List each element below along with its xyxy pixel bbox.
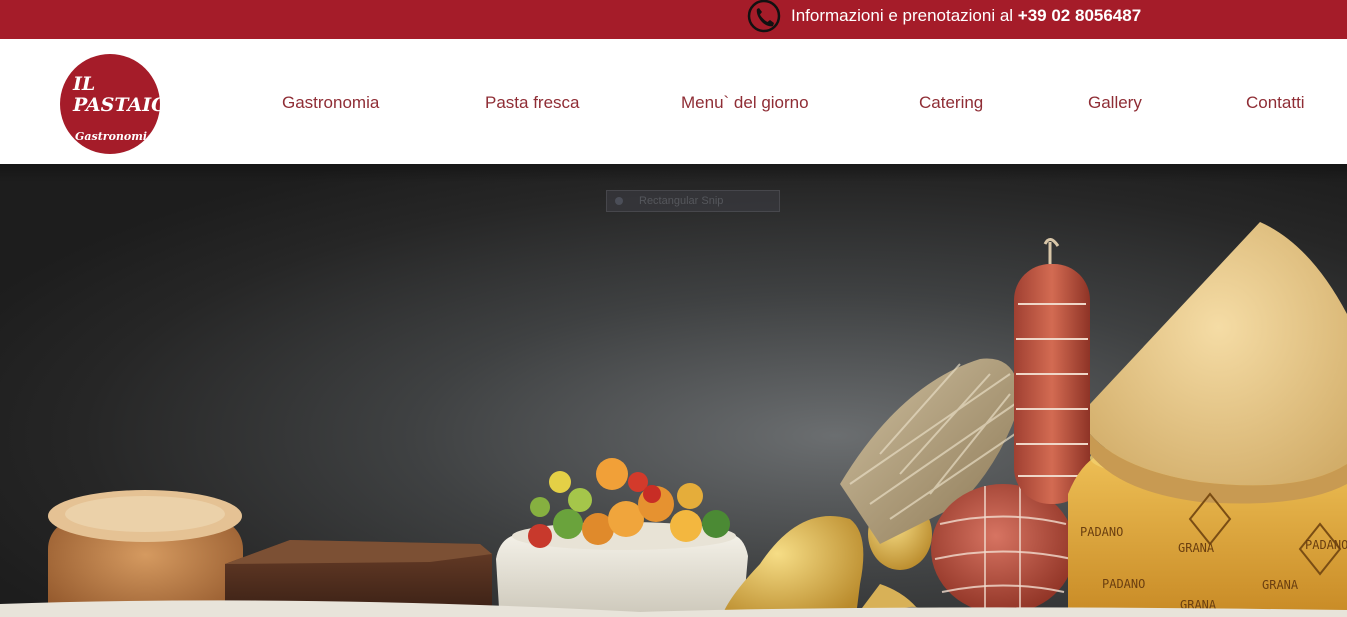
cheese-stamp-3: GRANA xyxy=(1262,578,1299,592)
cheese-stamp-5: PADANO xyxy=(1305,538,1347,552)
top-info-bar: Informazioni e prenotazioni al +39 02 80… xyxy=(0,0,1347,39)
snip-icon xyxy=(615,197,623,205)
site-logo[interactable]: IL PASTAIO Gastronomia xyxy=(60,54,160,154)
rectangular-snip-overlay: Rectangular Snip xyxy=(606,190,780,212)
contact-info-label: Informazioni e prenotazioni al xyxy=(791,6,1018,25)
nav-item-contatti[interactable]: Contatti xyxy=(1246,93,1305,113)
snip-overlay-label: Rectangular Snip xyxy=(639,195,724,207)
logo-subtitle: Gastronomia xyxy=(75,130,155,143)
phone-number-link[interactable]: +39 02 8056487 xyxy=(1018,6,1141,25)
nav-item-gallery[interactable]: Gallery xyxy=(1088,93,1142,113)
phone-icon[interactable] xyxy=(747,0,781,34)
hero-banner: PADANO GRANA GRANA PADANO PADANO GRANA R… xyxy=(0,164,1347,617)
nav-item-menu-del-giorno[interactable]: Menu` del giorno xyxy=(681,93,809,113)
hero-food-image: PADANO GRANA GRANA PADANO PADANO GRANA xyxy=(0,222,1347,617)
logo-text-line1: IL xyxy=(73,73,96,95)
cheese-stamp-1: PADANO xyxy=(1080,525,1123,539)
nav-item-catering[interactable]: Catering xyxy=(919,93,983,113)
nav-item-pasta-fresca[interactable]: Pasta fresca xyxy=(485,93,580,113)
cheese-stamp-4: PADANO xyxy=(1102,577,1145,591)
site-header: IL PASTAIO Gastronomia Gastronomia Pasta… xyxy=(0,39,1347,164)
nav-item-gastronomia[interactable]: Gastronomia xyxy=(282,93,379,113)
logo-text-line2: PASTAIO xyxy=(73,94,160,116)
cheese-stamp-2: GRANA xyxy=(1178,541,1215,555)
contact-info: Informazioni e prenotazioni al +39 02 80… xyxy=(791,6,1141,26)
